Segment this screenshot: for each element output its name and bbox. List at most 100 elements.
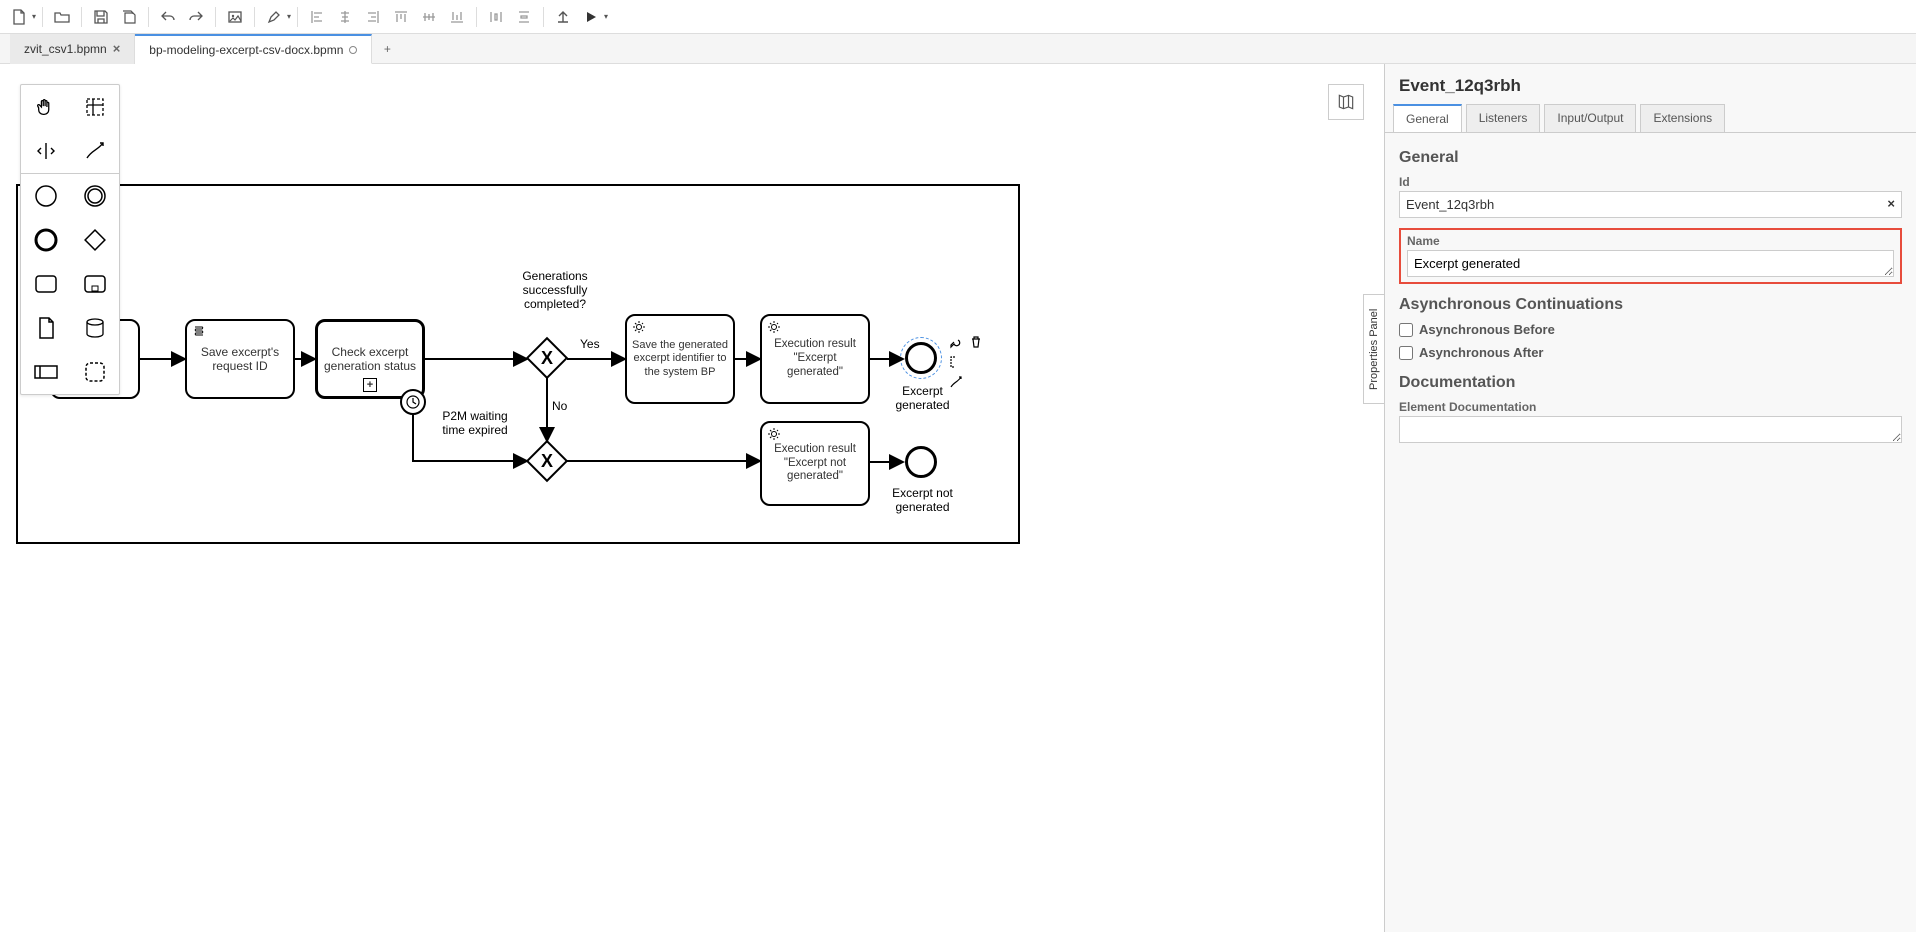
align-right-icon[interactable] (360, 4, 386, 30)
annotation-icon[interactable] (948, 354, 964, 370)
align-center-icon[interactable] (332, 4, 358, 30)
task-label: Save the generated excerpt identifier to… (631, 339, 729, 379)
space-tool-icon[interactable] (21, 129, 70, 173)
align-bottom-icon[interactable] (444, 4, 470, 30)
tool-palette (20, 84, 120, 395)
script-icon (192, 325, 206, 339)
main-toolbar: ▾ ▾ ▾ (0, 0, 1916, 34)
id-field[interactable]: Event_12q3rbh × (1399, 191, 1902, 218)
end-event-ok[interactable] (905, 342, 937, 374)
task-label: Execution result "Excerpt not generated" (766, 443, 864, 484)
gateway-icon[interactable] (70, 218, 119, 262)
timer-boundary-event[interactable] (400, 389, 426, 415)
edge-label-no: No (552, 399, 567, 413)
tab-listeners[interactable]: Listeners (1466, 104, 1541, 133)
section-async: Asynchronous Continuations (1399, 296, 1902, 314)
add-tab-button[interactable]: + (372, 42, 402, 56)
id-label: Id (1399, 175, 1902, 189)
data-store-icon[interactable] (70, 306, 119, 350)
save-icon[interactable] (88, 4, 114, 30)
task-label: Execution result "Excerpt generated" (766, 338, 864, 379)
check-label: Asynchronous After (1419, 345, 1543, 360)
align-left-icon[interactable] (304, 4, 330, 30)
name-label: Name (1407, 234, 1894, 248)
task-save-identifier[interactable]: Save the generated excerpt identifier to… (625, 314, 735, 404)
distribute-v-icon[interactable] (511, 4, 537, 30)
task-save-request[interactable]: Save excerpt's request ID (185, 319, 295, 399)
clear-icon[interactable]: × (1887, 196, 1895, 211)
name-field[interactable] (1407, 250, 1894, 277)
id-value: Event_12q3rbh (1406, 197, 1494, 212)
run-caret[interactable]: ▾ (604, 12, 608, 21)
gear-icon (767, 427, 781, 441)
start-event-icon[interactable] (21, 174, 70, 218)
minimap-toggle[interactable] (1328, 84, 1364, 120)
pool-icon[interactable] (21, 350, 70, 394)
name-group-highlighted: Name (1399, 228, 1902, 284)
properties-panel: Properties Panel Event_12q3rbh General L… (1384, 64, 1916, 932)
new-file-icon[interactable] (6, 4, 32, 30)
group-icon[interactable] (70, 350, 119, 394)
tab-input-output[interactable]: Input/Output (1544, 104, 1636, 133)
properties-panel-toggle[interactable]: Properties Panel (1363, 294, 1385, 404)
wrench-icon[interactable] (948, 334, 964, 350)
intermediate-event-icon[interactable] (70, 174, 119, 218)
align-top-icon[interactable] (388, 4, 414, 30)
run-icon[interactable] (578, 4, 604, 30)
end-event-fail-label: Excerpt not generated (885, 486, 960, 514)
lasso-tool-icon[interactable] (70, 85, 119, 129)
diagram-canvas[interactable]: Save excerpt's request ID Check excerpt … (0, 64, 1384, 932)
file-tab-1[interactable]: zvit_csv1.bpmn × (10, 34, 135, 64)
close-icon[interactable]: × (113, 41, 121, 56)
async-after-check[interactable]: Asynchronous After (1399, 345, 1902, 360)
section-doc: Documentation (1399, 374, 1902, 392)
task-check-status[interactable]: Check excerpt generation status + (315, 319, 425, 399)
highlight-caret[interactable]: ▾ (287, 12, 291, 21)
gateway-label: Generations successfully completed? (505, 269, 605, 311)
end-event-fail[interactable] (905, 446, 937, 478)
connect-tool-icon[interactable] (70, 129, 119, 173)
svg-text:X: X (541, 348, 553, 368)
gateway-bottom[interactable]: X (525, 439, 569, 483)
undo-icon[interactable] (155, 4, 181, 30)
bpmn-diagram: Save excerpt's request ID Check excerpt … (0, 184, 1384, 664)
gear-icon (632, 320, 646, 334)
panel-title: Event_12q3rbh (1385, 64, 1916, 104)
save-all-icon[interactable] (116, 4, 142, 30)
async-before-check[interactable]: Asynchronous Before (1399, 322, 1902, 337)
subprocess-icon[interactable] (70, 262, 119, 306)
highlight-icon[interactable] (261, 4, 287, 30)
pool-lane[interactable] (20, 184, 1020, 544)
task-exec-fail[interactable]: Execution result "Excerpt not generated" (760, 421, 870, 506)
image-icon[interactable] (222, 4, 248, 30)
gear-icon (767, 320, 781, 334)
file-tab-2[interactable]: bp-modeling-excerpt-csv-docx.bpmn (135, 34, 372, 64)
distribute-h-icon[interactable] (483, 4, 509, 30)
file-tab-label: zvit_csv1.bpmn (24, 42, 107, 56)
end-event-icon[interactable] (21, 218, 70, 262)
redo-icon[interactable] (183, 4, 209, 30)
new-file-caret[interactable]: ▾ (32, 12, 36, 21)
trash-icon[interactable] (968, 334, 984, 350)
panel-tabs: General Listeners Input/Output Extension… (1385, 104, 1916, 133)
svg-text:X: X (541, 451, 553, 471)
file-tab-label: bp-modeling-excerpt-csv-docx.bpmn (149, 43, 343, 57)
hand-tool-icon[interactable] (21, 85, 70, 129)
open-file-icon[interactable] (49, 4, 75, 30)
checkbox[interactable] (1399, 346, 1413, 360)
task-icon[interactable] (21, 262, 70, 306)
documentation-field[interactable] (1399, 416, 1902, 443)
checkbox[interactable] (1399, 323, 1413, 337)
task-exec-ok[interactable]: Execution result "Excerpt generated" (760, 314, 870, 404)
deploy-icon[interactable] (550, 4, 576, 30)
file-tabs: zvit_csv1.bpmn × bp-modeling-excerpt-csv… (0, 34, 1916, 64)
gateway-top[interactable]: X (525, 336, 569, 380)
tab-extensions[interactable]: Extensions (1640, 104, 1725, 133)
section-general: General (1399, 149, 1902, 167)
align-middle-icon[interactable] (416, 4, 442, 30)
tab-general[interactable]: General (1393, 104, 1462, 133)
task-label: Check excerpt generation status (322, 345, 418, 374)
timer-label: P2M waiting time expired (430, 409, 520, 437)
connect-icon[interactable] (948, 374, 964, 390)
data-object-icon[interactable] (21, 306, 70, 350)
